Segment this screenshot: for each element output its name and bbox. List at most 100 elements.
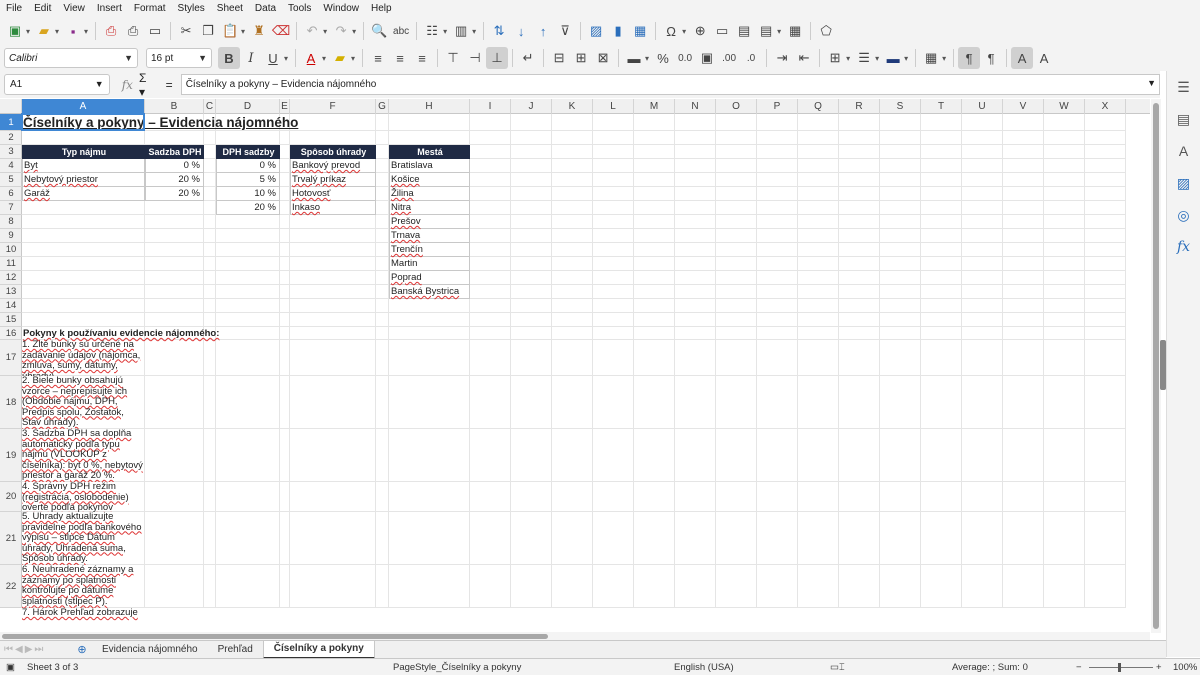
spreadsheet-grid[interactable]: ABCDEFGHIJKLMNOPQRSTUVWX 1 2 3 4 5 6 7 8 9 10 11 12… [0, 99, 1150, 631]
table-cell[interactable]: Martin [389, 257, 470, 271]
instruction-item[interactable]: 5. Úhrady aktualizujte pravidelne podľa … [22, 512, 145, 565]
functions-icon[interactable]: fx [1174, 237, 1194, 257]
column-header-w[interactable]: W [1044, 99, 1085, 114]
name-box[interactable]: A1 ▼ [4, 74, 110, 95]
new-document-icon[interactable]: ▣ [4, 20, 26, 42]
print-icon[interactable]: ⎙ [122, 20, 144, 42]
row-header-7[interactable]: 7 [0, 201, 22, 215]
column-header-n[interactable]: N [675, 99, 716, 114]
row-header-11[interactable]: 11 [0, 257, 22, 271]
row-header-9[interactable]: 9 [0, 229, 22, 243]
instruction-item[interactable]: 3. Sadzba DPH sa doplňa automaticky podľ… [22, 429, 145, 482]
menu-tools[interactable]: Tools [282, 3, 317, 14]
text-direction-vertical-icon[interactable]: A [1033, 47, 1055, 69]
column-header-d[interactable]: D [216, 99, 280, 114]
undo-icon[interactable]: ↶ [301, 20, 323, 42]
row-header-1[interactable]: 1 [0, 114, 22, 131]
table-cell[interactable]: Nitra [389, 201, 470, 215]
zoom-slider[interactable] [1089, 667, 1153, 668]
bold-icon[interactable]: B [218, 47, 240, 69]
function-wizard-icon[interactable]: fx [122, 78, 133, 92]
next-sheet-icon[interactable]: ▶ [25, 644, 33, 655]
column-header-j[interactable]: J [511, 99, 552, 114]
row-header-12[interactable]: 12 [0, 271, 22, 285]
column-header-h[interactable]: H [389, 99, 470, 114]
row-header-16[interactable]: 16 [0, 327, 22, 340]
column-header-r[interactable]: R [839, 99, 880, 114]
menu-sheet[interactable]: Sheet [211, 3, 249, 14]
table-cell[interactable]: Hotovosť [290, 187, 376, 201]
tab-evidencia-najomneho[interactable]: Evidencia nájomného [92, 641, 208, 659]
row-header-13[interactable]: 13 [0, 285, 22, 299]
table-cell[interactable]: Žilina [389, 187, 470, 201]
table-cell[interactable]: Byt [22, 159, 145, 173]
row-header-17[interactable]: 17 [0, 340, 22, 376]
wrap-text-icon[interactable]: ↵ [517, 47, 539, 69]
column-header-i[interactable]: I [470, 99, 511, 114]
table-header-cell[interactable]: Mestá [389, 145, 470, 159]
row-header-19[interactable]: 19 [0, 429, 22, 482]
merge-cells-icon[interactable]: ⊞ [570, 47, 592, 69]
font-color-icon[interactable]: A [300, 47, 322, 69]
autofilter-icon[interactable]: ⊽ [554, 20, 576, 42]
print-preview-icon[interactable]: ▭ [144, 20, 166, 42]
instruction-item[interactable]: 7. Hárok Prehľad zobrazuje [22, 607, 145, 619]
page-style[interactable]: PageStyle_Číselníky a pokyny [393, 662, 521, 673]
menu-help[interactable]: Help [365, 3, 398, 14]
align-top-icon[interactable]: ⊤ [442, 47, 464, 69]
pivot-table-icon[interactable]: ▦ [629, 20, 651, 42]
row-header-20[interactable]: 20 [0, 482, 22, 512]
border-color-icon[interactable]: ▬ [882, 47, 904, 69]
column-header-l[interactable]: L [593, 99, 634, 114]
selection-mode-icon[interactable]: ▭⌶ [830, 662, 845, 673]
previous-sheet-icon[interactable]: ◀ [15, 644, 23, 655]
font-name-box[interactable]: Calibri ▼ [4, 48, 138, 68]
column-header-o[interactable]: O [716, 99, 757, 114]
table-cell[interactable]: 10 % [216, 187, 280, 201]
center-vertically-icon[interactable]: ⊣ [464, 47, 486, 69]
table-cell[interactable]: Trenčín [389, 243, 470, 257]
vertical-scroll-thumb[interactable] [1153, 103, 1159, 629]
table-header-cell[interactable]: Spôsob úhrady [290, 145, 376, 159]
selection-summary[interactable]: Average: ; Sum: 0 [952, 662, 1028, 673]
table-cell[interactable]: 20 % [145, 173, 204, 187]
row-header-10[interactable]: 10 [0, 243, 22, 257]
conditional-format-icon[interactable]: ▦ [920, 47, 942, 69]
align-bottom-icon[interactable]: ⊥ [486, 47, 509, 69]
table-cell[interactable]: Bankový prevod [290, 159, 376, 173]
align-left-icon[interactable]: ≡ [367, 47, 389, 69]
percent-format-icon[interactable]: % [652, 47, 674, 69]
instruction-item[interactable]: 4. Správny DPH režim (registrácia, oslob… [22, 482, 145, 512]
add-sheet-icon[interactable]: ⊕ [72, 643, 92, 656]
menu-data[interactable]: Data [249, 3, 282, 14]
right-to-left-icon[interactable]: ¶ [980, 47, 1002, 69]
row-header-4[interactable]: 4 [0, 159, 22, 173]
formula-input[interactable]: Číselníky a pokyny – Evidencia nájomného [180, 74, 1160, 95]
table-cell[interactable]: 20 % [145, 187, 204, 201]
italic-icon[interactable]: I [240, 47, 262, 69]
row-header-22[interactable]: 22 [0, 565, 22, 608]
column-icon[interactable]: ▥ [450, 20, 472, 42]
table-cell[interactable]: 5 % [216, 173, 280, 187]
column-header-b[interactable]: B [145, 99, 204, 114]
borders-icon[interactable]: ⊞ [824, 47, 846, 69]
zoom-out-icon[interactable]: − [1076, 662, 1082, 673]
formula-icon[interactable]: = [166, 78, 173, 92]
column-header-a[interactable]: A [22, 99, 145, 114]
column-header-g[interactable]: G [376, 99, 389, 114]
tab-prehlad[interactable]: Prehľad [208, 641, 263, 659]
add-decimal-icon[interactable]: .00 [718, 47, 740, 69]
styles-icon[interactable]: A [1174, 141, 1194, 161]
row-header-8[interactable]: 8 [0, 215, 22, 229]
instruction-item[interactable]: 6. Neuhradené záznamy a záznamy po splat… [22, 565, 145, 608]
menu-file[interactable]: File [0, 3, 28, 14]
table-cell[interactable]: 0 % [216, 159, 280, 173]
row-header-15[interactable]: 15 [0, 313, 22, 327]
copy-icon[interactable]: ❐ [197, 20, 219, 42]
menu-edit[interactable]: Edit [28, 3, 57, 14]
column-header-f[interactable]: F [290, 99, 376, 114]
export-pdf-icon[interactable]: ⎙ [100, 20, 122, 42]
instruction-item[interactable]: 1. Žlté bunky sú určené na zadávanie úda… [22, 340, 145, 376]
redo-icon[interactable]: ↷ [330, 20, 352, 42]
row-header-21[interactable]: 21 [0, 512, 22, 565]
